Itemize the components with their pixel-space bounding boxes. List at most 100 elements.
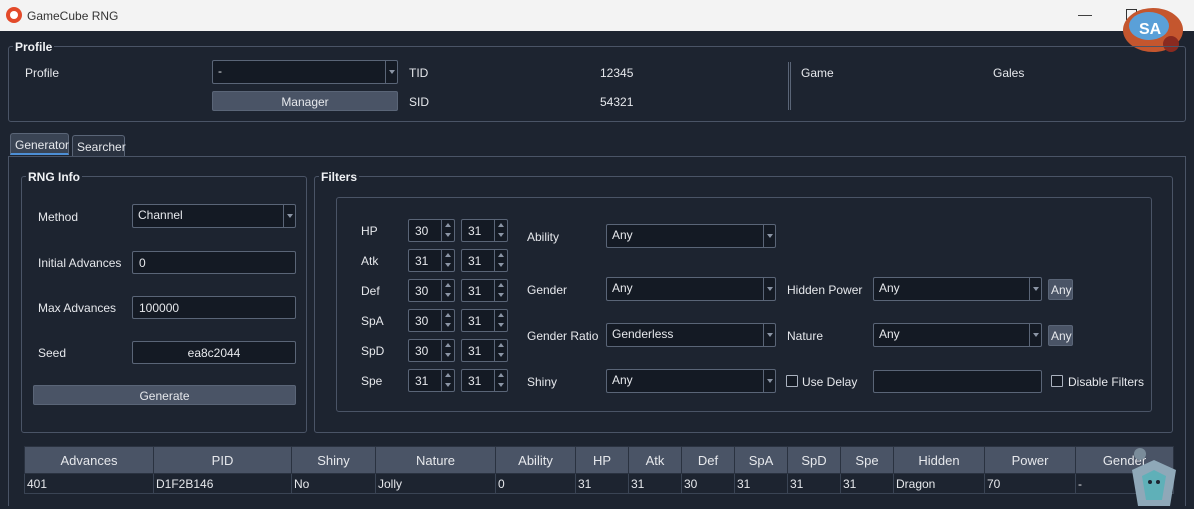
spin-arrows-icon[interactable] [494,340,507,361]
sid-label: SID [409,95,430,109]
iv-label-def: Def [361,284,380,298]
column-header[interactable]: SpD [787,446,841,474]
manager-button[interactable]: Manager [212,91,398,111]
iv-max-stepper-spd[interactable]: 31 [461,339,508,362]
initial-advances-input[interactable]: 0 [132,251,296,274]
spin-arrows-icon[interactable] [441,280,454,301]
spin-arrows-icon[interactable] [494,280,507,301]
iv-max-stepper-hp[interactable]: 31 [461,219,508,242]
column-header[interactable]: Advances [24,446,154,474]
disable-filters-checkbox[interactable] [1051,375,1063,387]
ability-select[interactable]: Any [606,224,776,248]
iv-max-stepper-spa[interactable]: 31 [461,309,508,332]
column-header[interactable]: Power [984,446,1076,474]
minimize-button[interactable]: — [1076,6,1094,24]
gender-select[interactable]: Any [606,277,776,301]
iv-max-stepper-spe[interactable]: 31 [461,369,508,392]
svg-text:SA: SA [1139,21,1162,38]
iv-max-stepper-def[interactable]: 31 [461,279,508,302]
column-header[interactable]: PID [153,446,292,474]
use-delay-checkbox[interactable] [786,375,798,387]
iv-max-value: 31 [468,374,482,388]
tid-label: TID [409,66,429,80]
column-header[interactable]: Atk [628,446,682,474]
tab-generator[interactable]: Generator [10,133,69,155]
spin-arrows-icon[interactable] [441,340,454,361]
spin-arrows-icon[interactable] [494,370,507,391]
iv-label-atk: Atk [361,254,379,268]
spin-arrows-icon[interactable] [441,250,454,271]
spin-arrows-icon[interactable] [494,220,507,241]
table-cell: No [291,473,376,494]
iv-min-stepper-def[interactable]: 30 [408,279,455,302]
shiny-select-value: Any [612,373,633,387]
table-cell: D1F2B146 [153,473,292,494]
iv-label-hp: HP [361,224,378,238]
mascot-robot-icon [1132,448,1176,506]
seed-input[interactable]: ea8c2044 [132,341,296,364]
tab-searcher[interactable]: Searcher [72,135,126,157]
iv-min-stepper-hp[interactable]: 30 [408,219,455,242]
nature-any-button[interactable]: Any [1048,325,1073,346]
iv-min-stepper-spd[interactable]: 30 [408,339,455,362]
iv-min-stepper-spa[interactable]: 30 [408,309,455,332]
iv-max-value: 31 [468,314,482,328]
method-select[interactable]: Channel [132,204,296,228]
spin-arrows-icon[interactable] [441,310,454,331]
gender-ratio-select[interactable]: Genderless [606,323,776,347]
filters-legend: Filters [319,170,360,184]
chevron-down-icon [763,225,775,247]
profile-label: Profile [25,66,60,80]
iv-max-value: 31 [468,224,482,238]
spin-arrows-icon[interactable] [494,310,507,331]
nature-select[interactable]: Any [873,323,1042,347]
iv-label-spa: SpA [361,314,384,328]
column-header[interactable]: Def [681,446,735,474]
column-header[interactable]: SpA [734,446,788,474]
table-cell: 31 [575,473,629,494]
max-advances-input[interactable]: 100000 [132,296,296,319]
results-table: Advances PID Shiny Nature Ability HP Atk Def SpA… [24,446,1174,494]
table-cell: 31 [840,473,894,494]
profile-select[interactable]: - [212,60,398,84]
generate-button[interactable]: Generate [33,385,296,405]
iv-label-spd: SpD [361,344,385,358]
iv-min-stepper-spe[interactable]: 31 [408,369,455,392]
iv-max-stepper-atk[interactable]: 31 [461,249,508,272]
iv-max-value: 31 [468,284,482,298]
column-header[interactable]: HP [575,446,629,474]
chevron-down-icon [283,205,295,227]
spin-arrows-icon[interactable] [441,220,454,241]
column-header[interactable]: Ability [495,446,576,474]
iv-min-value: 30 [415,284,429,298]
table-row[interactable]: 401 D1F2B146 No Jolly 0 31 31 30 31 31 31 Dragon 70- [24,473,1174,494]
column-header[interactable]: Nature [375,446,496,474]
shiny-label: Shiny [527,375,558,389]
hidden-power-any-button[interactable]: Any [1048,279,1073,300]
disable-filters-label: Disable Filters [1068,375,1145,389]
iv-min-stepper-atk[interactable]: 31 [408,249,455,272]
delay-input[interactable] [873,370,1042,393]
ability-label: Ability [527,230,560,244]
table-cell: 30 [681,473,735,494]
spin-arrows-icon[interactable] [494,250,507,271]
table-cell: 31 [787,473,841,494]
iv-min-value: 31 [415,254,429,268]
column-header[interactable]: Hidden [893,446,985,474]
table-cell: Dragon [893,473,985,494]
shiny-select[interactable]: Any [606,369,776,393]
column-header[interactable]: Spe [840,446,894,474]
profile-select-value: - [218,64,222,78]
spin-arrows-icon[interactable] [441,370,454,391]
profile-divider [788,62,791,110]
initial-advances-label: Initial Advances [38,256,122,270]
max-advances-label: Max Advances [38,301,117,315]
table-cell: Jolly [375,473,496,494]
hidden-power-select-value: Any [879,281,900,295]
chevron-down-icon [1029,278,1041,300]
app-logo-icon [6,7,22,23]
results-header-row: Advances PID Shiny Nature Ability HP Atk Def SpA… [24,446,1174,474]
column-header[interactable]: Shiny [291,446,376,474]
method-select-value: Channel [138,208,183,222]
hidden-power-select[interactable]: Any [873,277,1042,301]
